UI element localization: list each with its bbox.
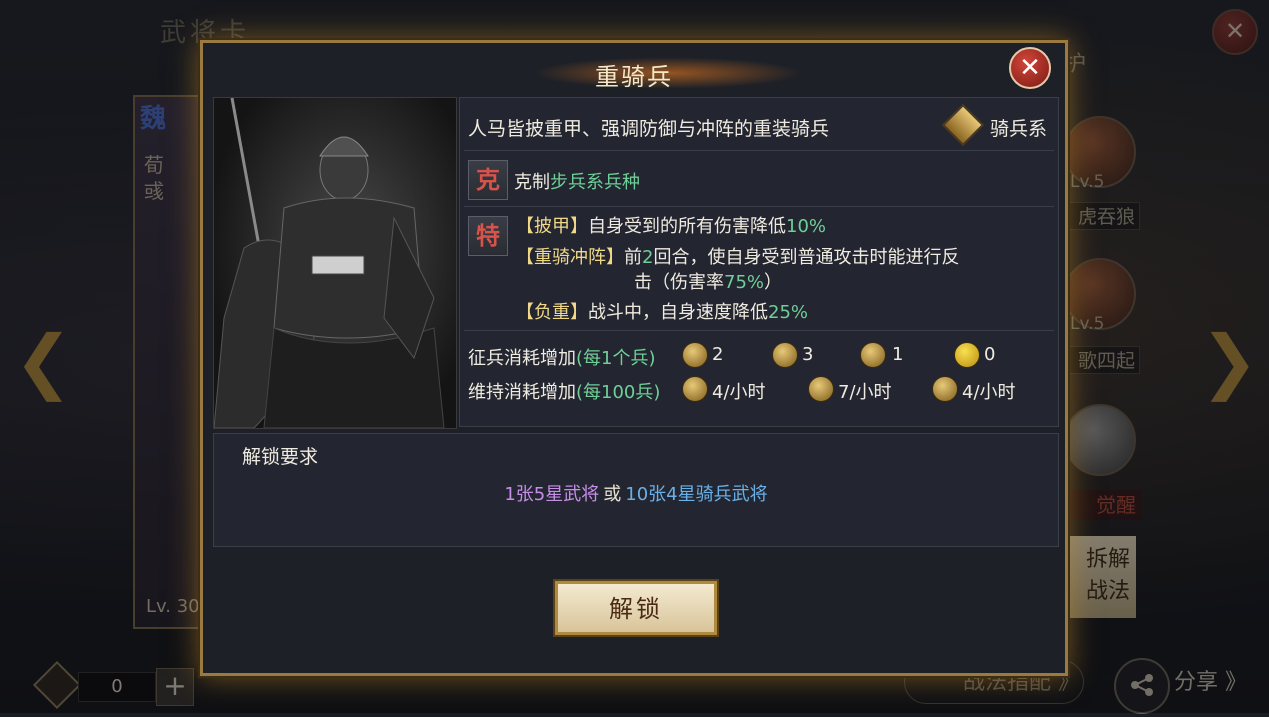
unlock-title: 解锁要求 [242, 446, 319, 468]
unlock-option-b: 10张4星骑兵武将 [625, 484, 768, 505]
divider [464, 206, 1054, 207]
divider [464, 330, 1054, 331]
unlock-requirements-panel: 解锁要求 1张5星武将或 10张4星骑兵武将 [213, 433, 1059, 547]
trait-line-1: 【披甲】自身受到的所有伤害降低10% [516, 212, 826, 238]
copper-icon [682, 376, 708, 402]
trait-name: 【披甲】 [516, 216, 588, 237]
unlock-or: 或 [603, 484, 622, 505]
copper-icon [682, 342, 708, 368]
trait-text: 战斗中，自身速度降低 [588, 302, 768, 323]
trait-text: 回合，使自身受到普通攻击时能进行反 [653, 247, 960, 268]
upkeep-wood: 7/小时 [838, 382, 892, 403]
trait-text: 自身受到的所有伤害降低 [588, 216, 786, 237]
divider [464, 150, 1054, 151]
trait-name: 【负重】 [516, 302, 588, 323]
trait-name: 【重骑冲阵】 [516, 247, 624, 268]
troop-description: 人马皆披重甲、强调防御与冲阵的重装骑兵 [468, 118, 830, 140]
trait-text: ） [764, 272, 783, 293]
trait-line-2: 【重骑冲阵】前2回合，使自身受到普通攻击时能进行反 [516, 243, 959, 269]
upkeep-copper: 4/小时 [712, 382, 766, 403]
troop-portrait [213, 97, 457, 429]
recruit-copper: 2 [712, 344, 724, 365]
grain-icon [860, 342, 886, 368]
unlock-requirement: 1张5星武将或 10张4星骑兵武将 [214, 480, 1058, 506]
upkeep-unit: (每100兵) [576, 382, 661, 403]
recruit-cost-label: 征兵消耗增加(每1个兵) [468, 344, 656, 370]
recruit-wood: 3 [802, 344, 814, 365]
counter-target: 步兵系兵种 [550, 172, 640, 193]
modal-close-button[interactable]: ✕ [1009, 47, 1051, 89]
upkeep-label: 维持消耗增加 [468, 382, 576, 403]
trait-text: 击（伤害率 [634, 272, 724, 293]
counter-text: 克制 [514, 172, 550, 193]
cavalry-image [214, 98, 445, 428]
trait-value: 25% [768, 302, 809, 323]
recruit-grain: 1 [892, 344, 904, 365]
gold-icon [954, 342, 980, 368]
troop-detail-modal: 重骑兵 ✕ 人马皆披重甲、强调防御与冲阵的重装骑兵 骑兵系 克 克制步兵系兵种 … [200, 40, 1068, 676]
troop-info-panel: 人马皆披重甲、强调防御与冲阵的重装骑兵 骑兵系 克 克制步兵系兵种 特 【披甲】… [459, 97, 1059, 427]
recruit-label: 征兵消耗增加 [468, 348, 576, 369]
trait-text: 前 [624, 247, 642, 268]
trait-value: 75% [724, 272, 765, 293]
recruit-gold: 0 [984, 344, 996, 365]
troop-type-label: 骑兵系 [990, 118, 1048, 140]
upkeep-cost-label: 维持消耗增加(每100兵) [468, 378, 660, 404]
trait-value: 2 [642, 247, 654, 268]
counter-badge: 克 [468, 160, 508, 200]
cavalry-type-icon [941, 103, 985, 147]
trait-line-3: 击（伤害率75%） [634, 268, 782, 294]
counter-line: 克制步兵系兵种 [514, 168, 640, 194]
wood-icon [808, 376, 834, 402]
trait-value: 10% [786, 216, 827, 237]
unlock-button[interactable]: 解锁 [555, 581, 717, 635]
recruit-unit: (每1个兵) [576, 348, 656, 369]
trait-badge: 特 [468, 216, 508, 256]
wood-icon [772, 342, 798, 368]
unlock-option-a: 1张5星武将 [504, 484, 600, 505]
grain-icon [932, 376, 958, 402]
modal-title: 重骑兵 [595, 63, 673, 91]
upkeep-grain: 4/小时 [962, 382, 1016, 403]
trait-line-4: 【负重】战斗中，自身速度降低25% [516, 298, 808, 324]
